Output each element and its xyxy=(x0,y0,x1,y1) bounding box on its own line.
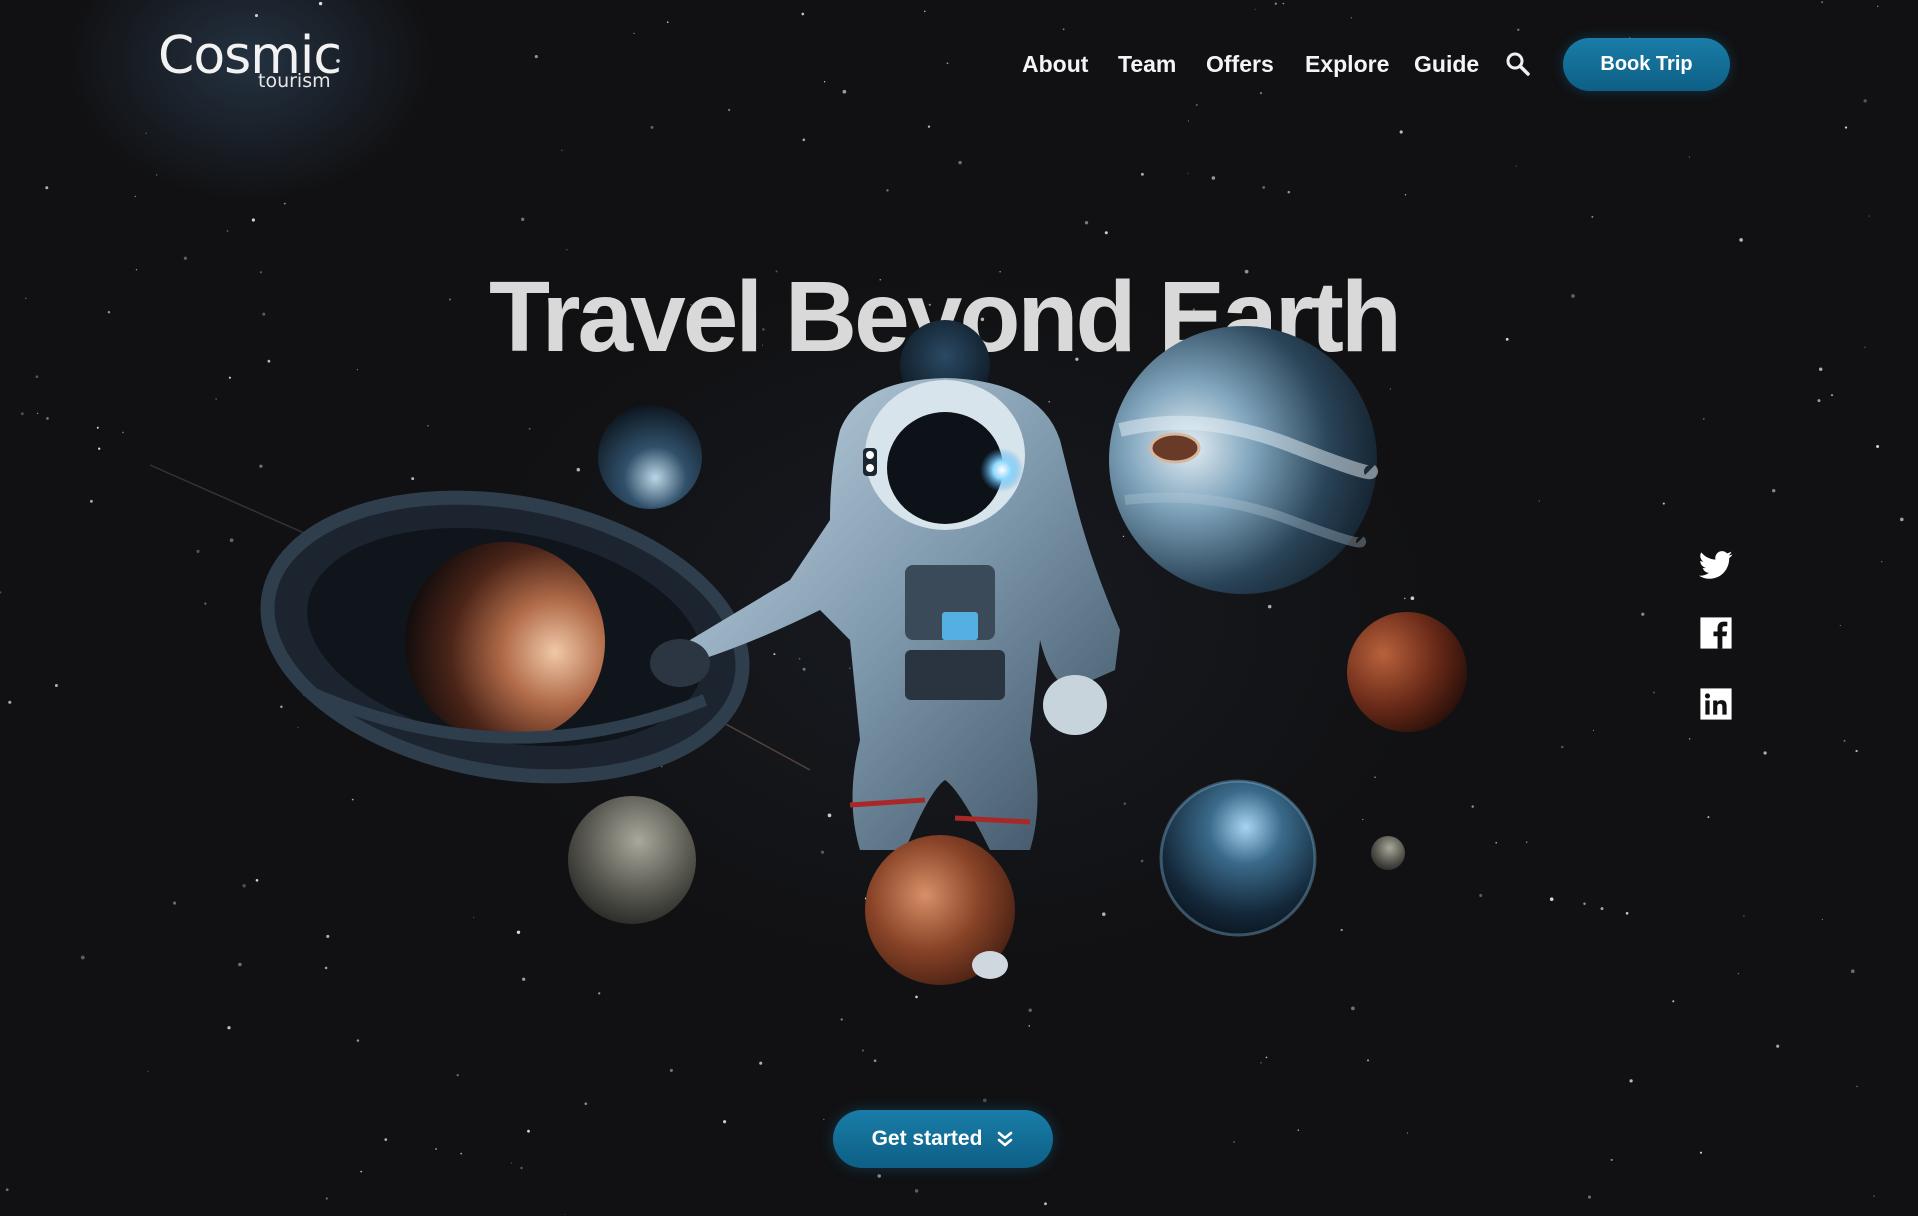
double-chevron-down-icon xyxy=(998,1131,1013,1147)
mars-planet xyxy=(1347,612,1467,732)
twitter-icon[interactable] xyxy=(1699,548,1733,582)
landing-page: Cosmic tourism About Team Offers Explore… xyxy=(0,0,1918,1216)
jupiter-planet xyxy=(1109,326,1378,594)
hero-illustration xyxy=(149,320,1467,985)
small-ice-planet xyxy=(598,405,702,509)
astronaut-figure xyxy=(650,320,1120,850)
grey-moon xyxy=(568,796,696,924)
get-started-label: Get started xyxy=(871,1127,983,1150)
linkedin-icon[interactable] xyxy=(1699,687,1733,721)
ringed-planet xyxy=(260,490,750,784)
get-started-button[interactable]: Get started xyxy=(833,1110,1053,1168)
facebook-icon[interactable] xyxy=(1699,616,1733,650)
tiny-moon xyxy=(1371,836,1405,870)
